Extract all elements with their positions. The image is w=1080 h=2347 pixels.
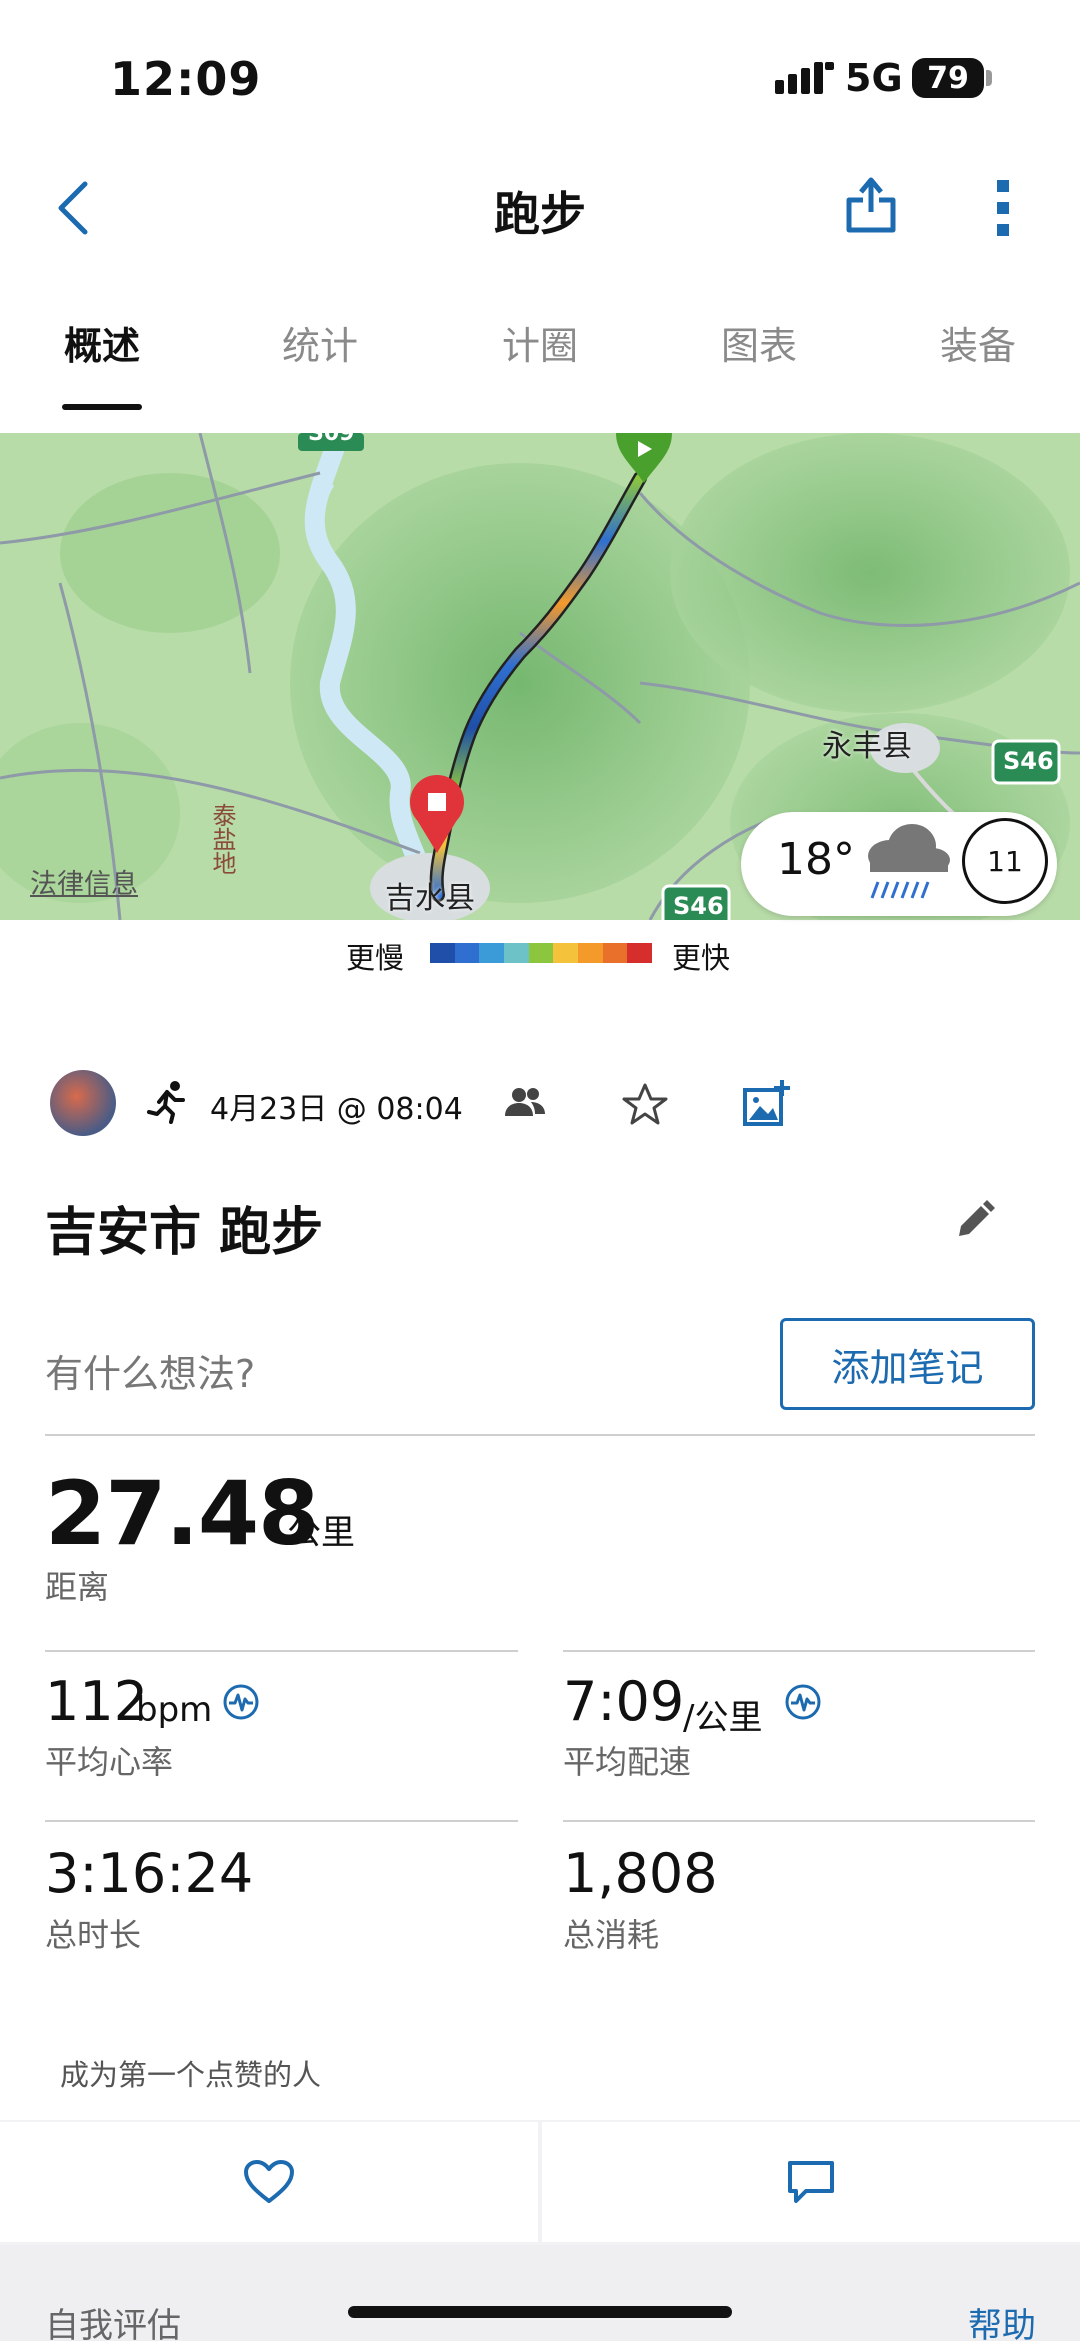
like-prompt: 成为第一个点赞的人: [60, 2058, 322, 2092]
star-icon[interactable]: [622, 1082, 668, 1126]
distance-label: 距离: [45, 1568, 110, 1606]
heart-rate-label: 平均心率: [45, 1743, 174, 1781]
running-icon: [147, 1081, 185, 1124]
weather-temperature: 18°: [777, 834, 855, 885]
legend-swatch: [553, 943, 579, 963]
signal-icon: [775, 62, 834, 94]
map-label-jishui: 吉水县: [385, 881, 475, 916]
legend-swatch: [430, 943, 455, 963]
comment-icon: [788, 2161, 834, 2203]
calories-label: 总消耗: [563, 1916, 660, 1954]
legend-swatch: [454, 943, 480, 963]
heart-rate-icon[interactable]: [222, 1683, 260, 1721]
more-vertical-icon[interactable]: [997, 180, 1009, 236]
legal-info-link[interactable]: 法律信息: [30, 862, 138, 901]
heart-rate-value: 112: [45, 1670, 149, 1733]
pace-value: 7:09: [563, 1670, 685, 1733]
legend-slower-label: 更慢: [346, 941, 405, 975]
status-time: 12:09: [110, 52, 262, 106]
road-shield-s09: S09: [308, 433, 355, 446]
battery-indicator: 79: [912, 58, 984, 98]
active-tab-indicator: [62, 404, 142, 410]
tab-laps[interactable]: 计圈: [455, 315, 625, 370]
map-road-label: 泰盐地: [208, 803, 236, 875]
help-link[interactable]: 帮助: [968, 2298, 1036, 2347]
divider: [563, 1650, 1035, 1652]
divider: [45, 1820, 518, 1822]
wind-indicator: 11: [962, 818, 1048, 904]
distance-unit: 公里: [287, 1513, 355, 1553]
legend-swatch: [602, 943, 628, 963]
legend-swatch: [627, 943, 653, 963]
duration-label: 总时长: [45, 1916, 142, 1954]
tab-charts[interactable]: 图表: [674, 315, 844, 370]
road-shield-s46-right: S46: [1003, 747, 1054, 775]
road-shield-s46-bottom: S46: [673, 892, 724, 920]
thoughts-prompt[interactable]: 有什么想法?: [45, 1343, 255, 1398]
add-note-button[interactable]: 添加笔记: [780, 1318, 1035, 1410]
pace-unit: /公里: [683, 1698, 763, 1738]
legend-swatch: [578, 943, 603, 963]
comment-button[interactable]: [542, 2122, 1080, 2242]
map-label-yongfeng: 永丰县: [822, 729, 912, 764]
divider: [45, 1434, 1035, 1436]
self-evaluation-label: 自我评估: [45, 2306, 181, 2346]
activity-date: 4月23日 @ 08:04: [210, 1092, 463, 1127]
legend-swatch: [528, 943, 554, 963]
legend-swatch: [479, 943, 505, 963]
pace-color-legend: [430, 943, 653, 963]
heart-icon: [244, 2160, 294, 2203]
page-title: 跑步: [494, 187, 586, 241]
legend-swatch: [504, 943, 529, 963]
pace-label: 平均配速: [563, 1743, 692, 1781]
calories-value: 1,808: [563, 1842, 718, 1905]
battery-tip: [986, 70, 992, 86]
avatar[interactable]: [50, 1070, 116, 1136]
divider: [45, 1650, 518, 1652]
home-indicator[interactable]: [348, 2306, 732, 2318]
heart-rate-unit: bpm: [136, 1690, 213, 1730]
distance-value: 27.48: [45, 1462, 319, 1565]
wind-speed: 11: [987, 844, 1023, 878]
tab-overview[interactable]: 概述: [17, 315, 187, 370]
rain-cloud-icon: [868, 824, 950, 899]
activity-title: 吉安市 跑步: [45, 1203, 324, 1263]
share-icon[interactable]: [845, 172, 897, 234]
tab-gear[interactable]: 装备: [893, 315, 1063, 370]
divider: [563, 1820, 1035, 1822]
like-button[interactable]: [0, 2122, 538, 2242]
group-icon[interactable]: [505, 1086, 545, 1118]
network-type: 5G: [845, 56, 903, 100]
legend-faster-label: 更快: [672, 941, 731, 975]
tab-stats[interactable]: 统计: [235, 315, 405, 370]
edit-pencil-icon[interactable]: [955, 1200, 995, 1240]
duration-value: 3:16:24: [45, 1842, 254, 1905]
add-photo-icon[interactable]: [742, 1078, 792, 1128]
pace-chart-icon[interactable]: [784, 1683, 822, 1721]
